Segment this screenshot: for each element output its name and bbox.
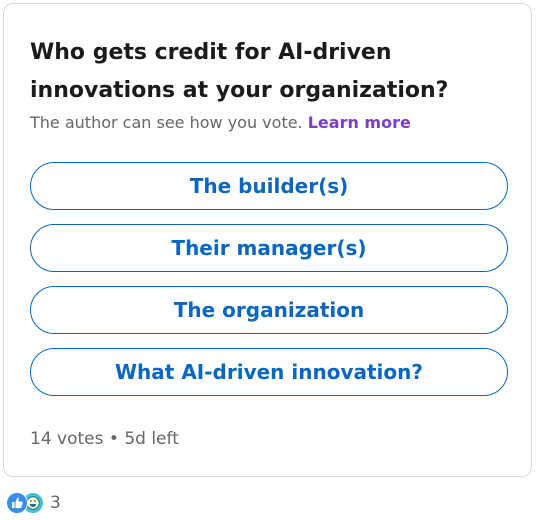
poll-question: Who gets credit for AI-driven innovation… — [30, 40, 449, 103]
poll-option-the-builders[interactable]: The builder(s) — [30, 162, 508, 210]
poll-meta: 14 votes • 5d left — [30, 428, 179, 450]
author-note-text: The author can see how you vote. — [30, 113, 303, 132]
reactions-summary[interactable]: 3 — [6, 491, 61, 515]
learn-more-link[interactable]: Learn more — [308, 113, 411, 132]
meta-separator: • — [108, 429, 119, 449]
vote-count: 14 votes — [30, 429, 104, 449]
poll-card: Who gets credit for AI-driven innovation… — [3, 3, 532, 477]
reaction-count: 3 — [50, 493, 61, 513]
poll-option-the-organization[interactable]: The organization — [30, 286, 508, 334]
like-icon — [6, 492, 28, 514]
poll-option-what-ai-driven-innovation[interactable]: What AI-driven innovation? — [30, 348, 508, 396]
author-visibility-note: The author can see how you vote. Learn m… — [30, 112, 520, 134]
poll-option-their-managers[interactable]: Their manager(s) — [30, 224, 508, 272]
time-left: 5d left — [124, 429, 179, 449]
